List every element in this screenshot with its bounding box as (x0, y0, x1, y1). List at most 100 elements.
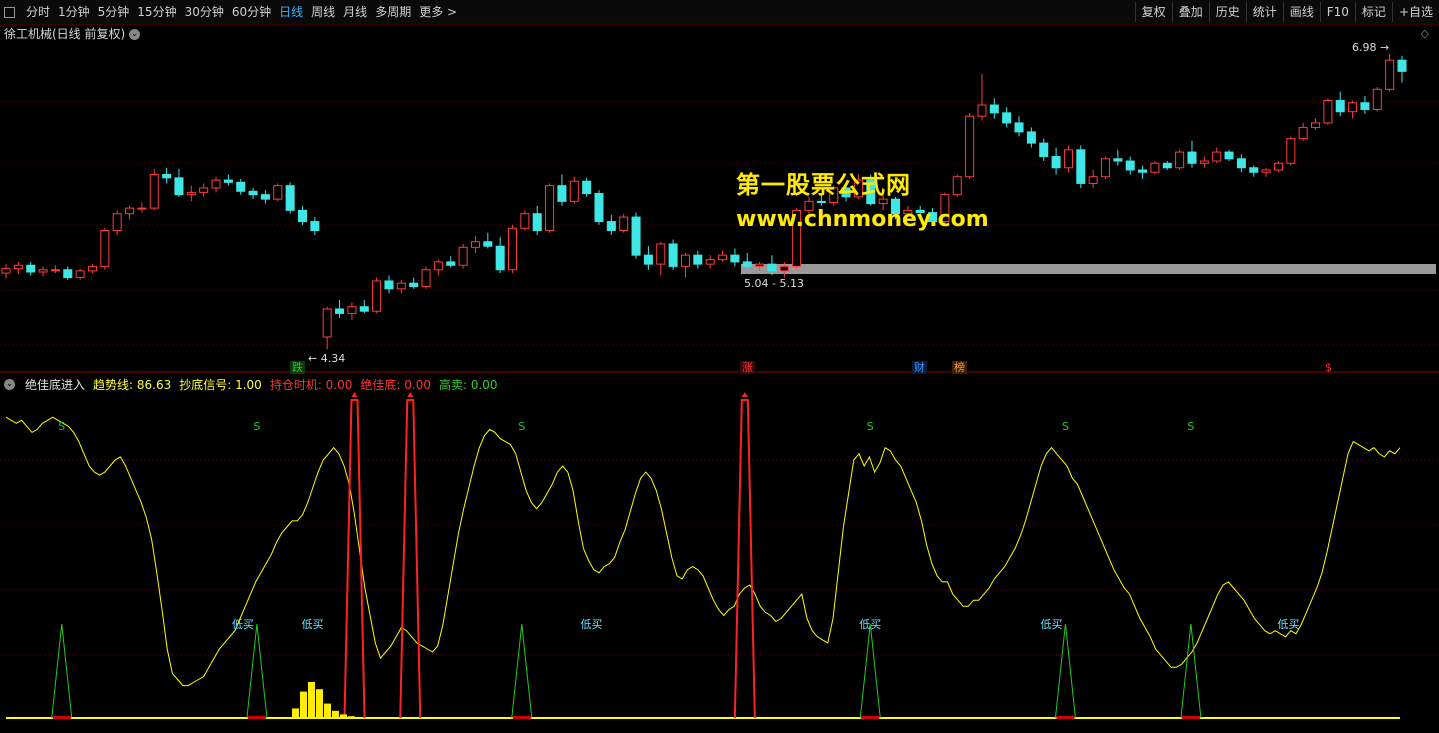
candle-body (199, 187, 209, 193)
candle-body (1113, 158, 1123, 162)
event-rise-label[interactable]: 涨 (740, 361, 755, 374)
hold-spike (733, 399, 756, 719)
support-band (741, 264, 1436, 274)
candle-body (248, 190, 258, 196)
candle-body (470, 241, 480, 248)
sell-spike (51, 623, 73, 719)
candle-body (1063, 149, 1073, 169)
event-rank-label[interactable]: 榜 (952, 361, 967, 374)
candle-body (1051, 156, 1061, 169)
candle-body (112, 213, 122, 232)
candle-body (1039, 142, 1049, 158)
candle-body (162, 173, 172, 179)
sell-mark: S (58, 420, 65, 433)
candle-body (1335, 100, 1345, 113)
sell-spike-base (247, 716, 266, 719)
candle-body (63, 269, 73, 279)
candle-body (1372, 88, 1382, 110)
candle-body (1348, 102, 1358, 113)
bottom-signal-bar (340, 714, 347, 718)
sell-mark: S (1187, 420, 1194, 433)
candle-body (742, 261, 752, 267)
candle-body (1125, 160, 1135, 171)
candle-body (816, 200, 826, 203)
event-dollar-label[interactable]: $ (1323, 361, 1334, 374)
candle-body (1236, 158, 1246, 169)
candle-body (236, 181, 246, 192)
candle-body (458, 246, 468, 266)
candle-body (705, 259, 715, 265)
watermark-title: 第一股票公式网 (736, 171, 911, 199)
high-price-label: 6.98 → (1352, 41, 1390, 54)
candle-body (174, 177, 184, 196)
candle-body (372, 280, 382, 312)
candle-body (952, 176, 962, 196)
candle-body (1, 268, 11, 274)
indicator-item-4: 高卖: 0.00 (438, 378, 498, 392)
candle-body (421, 269, 431, 288)
sell-spike-base (1181, 716, 1200, 719)
candle-body (656, 243, 666, 265)
low-buy-label: 低买 (1277, 618, 1299, 631)
low-buy-label: 低买 (580, 618, 602, 631)
indicator-item-2: 持仓时机: 0.00 (269, 378, 353, 392)
candle-body (125, 207, 135, 215)
candle-body (322, 308, 332, 338)
event-fall-label[interactable]: 跌 (290, 361, 305, 374)
candle-body (1002, 112, 1012, 124)
candle-body (1199, 160, 1209, 164)
low-price-label: ← 4.34 (308, 352, 346, 365)
candle-body (211, 179, 221, 189)
watermark-url: www.chnmoney.com (736, 207, 989, 232)
indicator-name[interactable]: 绝佳底进入 (25, 376, 85, 393)
candle-body (13, 264, 23, 270)
candle-body (384, 280, 394, 290)
candle-body (767, 263, 777, 272)
candle-body (779, 265, 789, 272)
candle-body (1397, 59, 1407, 72)
candle-body (285, 185, 295, 211)
candle-body (643, 254, 653, 265)
candle-body (260, 194, 270, 200)
bottom-signal-bar (292, 708, 299, 718)
candle-body (619, 216, 629, 232)
low-buy-label: 低买 (859, 618, 881, 631)
candle-body (977, 104, 987, 117)
candle-body (1311, 122, 1321, 128)
bottom-signal-bar (348, 716, 355, 718)
low-buy-label: 低买 (1041, 618, 1063, 631)
sell-mark: S (253, 420, 260, 433)
sell-spike (1180, 623, 1202, 719)
chevron-down-icon[interactable]: ⌄ (4, 379, 15, 390)
sell-spike-base (52, 716, 71, 719)
candle-body (100, 230, 110, 267)
event-finance-label[interactable]: 财 (912, 361, 927, 374)
candle-body (137, 207, 147, 210)
sell-mark: S (518, 420, 525, 433)
sell-spike (1054, 623, 1076, 719)
candle-body (223, 179, 233, 183)
candle-body (1273, 162, 1283, 171)
bottom-signal-bar (332, 710, 339, 718)
candle-body (1150, 162, 1160, 173)
candle-body (582, 180, 592, 195)
high-price-value: 6.98 (1352, 41, 1377, 54)
bottom-signal-bar (308, 682, 315, 718)
candle-body (594, 193, 604, 223)
candle-body (606, 221, 616, 232)
candle-body (347, 306, 357, 314)
candle-body (149, 173, 159, 209)
candle-body (38, 269, 48, 273)
candle-body (668, 243, 678, 267)
trend-line (5, 416, 1401, 687)
indicator-legend: ⌄ 绝佳底进入 趋势线: 86.63 抄底信号: 1.00 持仓时机: 0.00 绝佳… (4, 376, 498, 393)
candle-body (433, 261, 443, 271)
candle-body (1138, 169, 1148, 173)
kline-chart[interactable]: S S S S S S 低买 低买 低买 低买 低买 低买 (0, 0, 1439, 733)
candle-body (1249, 167, 1259, 173)
candle-body (297, 209, 308, 223)
candle-body (1175, 151, 1185, 169)
candle-body (1162, 162, 1172, 169)
candle-body (1187, 151, 1197, 164)
low-buy-label: 低买 (302, 618, 324, 631)
